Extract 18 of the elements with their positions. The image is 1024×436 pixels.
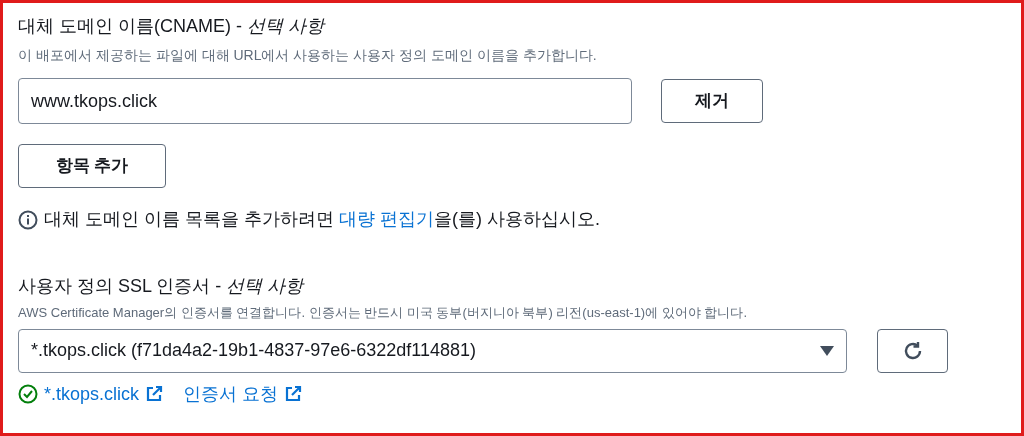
certificate-select[interactable]: *.tkops.click (f71da4a2-19b1-4837-97e6-6322df114881) — [18, 328, 847, 373]
external-link-icon — [284, 385, 303, 403]
field-description: 이 배포에서 제공하는 파일에 대해 URL에서 사용하는 사용자 정의 도메인 이름을 추가합니다. — [18, 46, 598, 65]
input-field[interactable]: www.tkops.click — [18, 78, 632, 124]
remove-button[interactable]: 제거 — [661, 79, 763, 123]
caret-icon — [820, 345, 834, 356]
field-label: 사용자 정의 SSL 인증서 - 선택 사항 — [18, 275, 306, 298]
link[interactable]: 대량 편집기 — [339, 209, 435, 229]
external-link-icon — [145, 385, 164, 403]
field-label: 대체 도메인 이름(CNAME) - 선택 사항 — [18, 15, 327, 38]
link[interactable]: 인증서 요청 — [183, 380, 279, 408]
check-circle-icon — [18, 384, 38, 404]
info-text: 대체 도메인 이름 목록을 추가하려면 대량 편집기을(를) 사용하십시오. — [44, 208, 601, 231]
add-item-button[interactable]: 항목 추가 — [18, 144, 166, 188]
link[interactable]: *.tkops.click — [44, 380, 140, 408]
info-icon — [18, 209, 38, 230]
field-description: AWS Certificate Manager의 인증서를 연결합니다. 인증서는 반드시 미국 동부(버지니아 북부) 리전(us-east-1)에 있어야 합니다. — [18, 304, 749, 322]
refresh-button[interactable] — [877, 328, 948, 373]
